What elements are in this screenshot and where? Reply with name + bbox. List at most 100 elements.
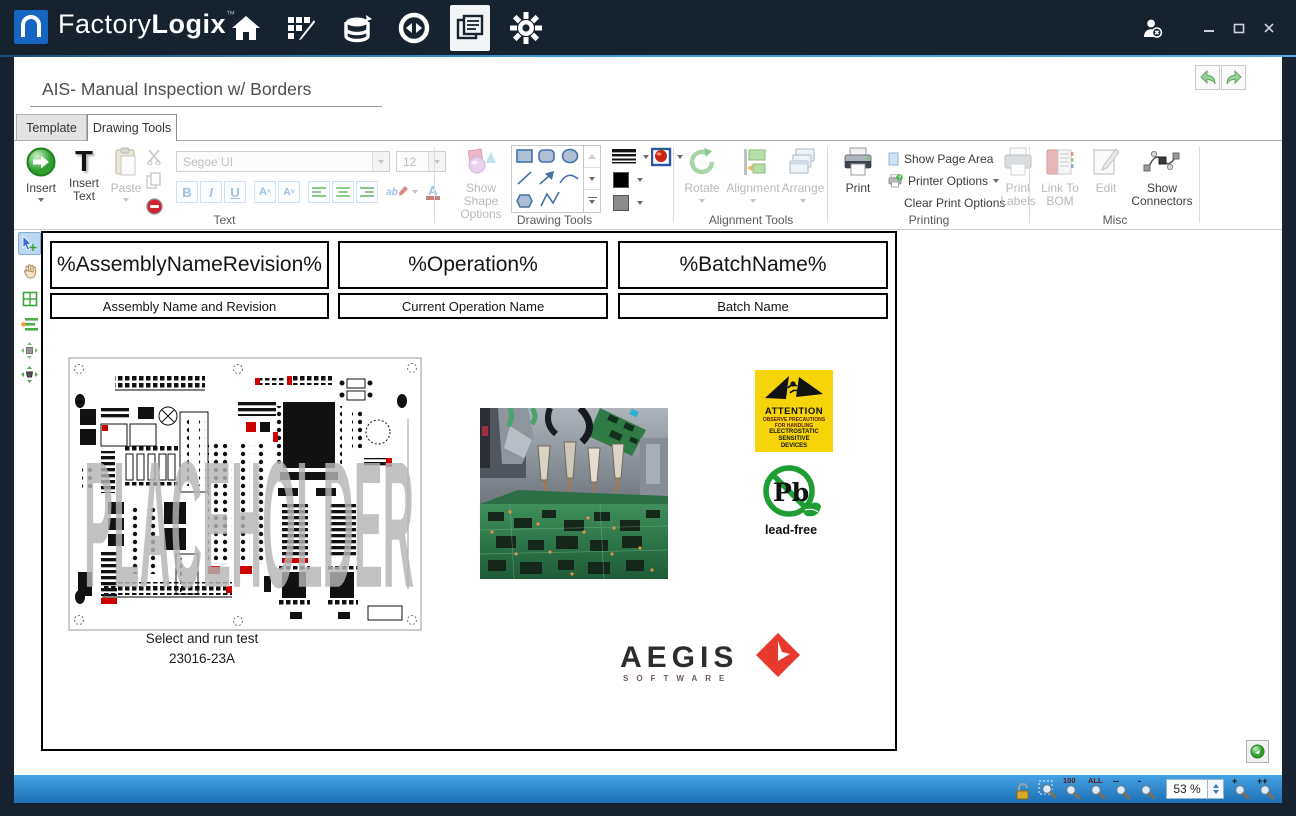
materials-icon[interactable]	[338, 5, 378, 51]
clipboard-small-buttons	[146, 149, 168, 220]
clear-print-options-button[interactable]: Clear Print Options	[904, 195, 1005, 211]
highlight-button[interactable]: ab	[386, 181, 408, 203]
align-right-button[interactable]	[356, 181, 378, 203]
gallery-more-icon[interactable]	[584, 190, 600, 211]
fill-color-caret-icon[interactable]	[637, 178, 643, 182]
picture-button[interactable]	[651, 147, 672, 172]
shape-hexagon[interactable]	[517, 195, 532, 207]
field-operation-value[interactable]: %Operation%	[338, 241, 608, 289]
settings-gear-icon[interactable]	[506, 5, 546, 51]
documents-icon[interactable]	[450, 5, 490, 51]
overview-globe-icon	[1250, 744, 1265, 759]
cut-icon[interactable]	[146, 149, 164, 165]
link-to-bom-button[interactable]: Link To BOM	[1036, 147, 1084, 208]
pcb-placeholder-image[interactable]: PLACEHOLDER	[68, 354, 423, 636]
move-selection-tool[interactable]	[18, 339, 41, 362]
canvas-overview-button[interactable]	[1246, 740, 1269, 763]
close-button[interactable]	[1258, 17, 1280, 39]
italic-button[interactable]: I	[200, 181, 222, 203]
highlight-pen-icon	[398, 186, 408, 198]
insert-text-button[interactable]: T Insert Text	[64, 147, 104, 203]
zoom-out-more-icon[interactable]: --	[1112, 778, 1134, 800]
zoom-in-icon[interactable]: +	[1231, 778, 1253, 800]
align-left-button[interactable]	[308, 181, 330, 203]
font-name-combo[interactable]: Segoe UI	[176, 151, 390, 172]
align-center-button[interactable]	[332, 181, 354, 203]
home-icon[interactable]	[226, 5, 266, 51]
shape-rectangle[interactable]	[517, 150, 532, 162]
zoom-in-more-icon[interactable]: ++	[1256, 778, 1278, 800]
title-bar: FactoryLogix™	[0, 0, 1296, 55]
shape-rounded-rectangle[interactable]	[539, 150, 554, 162]
grid-tool[interactable]	[18, 287, 41, 310]
zoom-spinner[interactable]	[1208, 779, 1224, 799]
rotate-button[interactable]: Rotate	[680, 147, 724, 203]
bom-book-icon	[1045, 147, 1075, 177]
gallery-down-icon[interactable]	[584, 168, 600, 190]
show-connectors-button[interactable]: Show Connectors	[1128, 147, 1196, 208]
shape-ellipse[interactable]	[563, 150, 578, 163]
zoom-out-icon[interactable]: -	[1137, 778, 1159, 800]
line-color-caret-icon[interactable]	[637, 201, 643, 205]
pcb-caption-line1[interactable]: Select and run test	[82, 631, 322, 646]
edit-button[interactable]: Edit	[1086, 147, 1126, 195]
esd-attention-label[interactable]: ATTENTION OBSERVE PRECAUTIONS FOR HANDLI…	[755, 370, 833, 452]
pcb-caption-line2[interactable]: 23016-23A	[82, 651, 322, 666]
transfer-icon[interactable]	[394, 5, 434, 51]
zoom-selection-icon[interactable]	[1037, 778, 1059, 800]
aegis-logo[interactable]: AEGIS SOFTWARE	[618, 631, 803, 687]
select-move-tool[interactable]	[18, 232, 41, 255]
design-canvas[interactable]: %AssemblyNameRevision% %Operation% %Batc…	[41, 231, 897, 751]
line-style-caret-icon[interactable]	[643, 155, 649, 159]
line-color-swatch[interactable]	[613, 195, 629, 211]
logout-user-icon[interactable]	[1142, 17, 1164, 39]
copy-icon[interactable]	[146, 172, 162, 190]
grow-font-button[interactable]: A˄	[254, 181, 276, 203]
field-batch-label[interactable]: Batch Name	[618, 293, 888, 319]
zoom-level-field[interactable]: 53 %	[1166, 779, 1208, 799]
field-assembly-value[interactable]: %AssemblyNameRevision%	[50, 241, 329, 289]
process-engineering-icon[interactable]	[282, 5, 322, 51]
snap-lines-tool[interactable]	[18, 313, 41, 336]
show-shape-options-button[interactable]: Show Shape Options	[449, 147, 513, 221]
shape-arrow[interactable]	[540, 172, 553, 184]
insert-button[interactable]: Insert	[22, 147, 60, 202]
printer-options-button[interactable]: ? Printer Options	[888, 173, 999, 189]
shrink-font-button[interactable]: A˅	[278, 181, 300, 203]
field-batch-value[interactable]: %BatchName%	[618, 241, 888, 289]
paste-button[interactable]: Paste	[108, 147, 144, 202]
zoom-100-icon[interactable]: 100	[1062, 778, 1084, 800]
template-name-field[interactable]: AIS- Manual Inspection w/ Borders	[30, 77, 382, 107]
gallery-scroll	[584, 145, 601, 213]
print-button[interactable]: Print	[836, 147, 880, 195]
shape-line[interactable]	[518, 172, 531, 184]
arrange-button[interactable]: Arrange	[780, 147, 826, 203]
redo-button[interactable]	[1221, 65, 1246, 90]
field-assembly-label[interactable]: Assembly Name and Revision	[50, 293, 329, 319]
test-machine-photo[interactable]	[480, 408, 668, 579]
shape-arc[interactable]	[560, 175, 578, 183]
gallery-up-icon[interactable]	[584, 146, 600, 168]
zoom-lock-icon[interactable]	[1012, 778, 1034, 800]
underline-button[interactable]: U	[224, 181, 246, 203]
bold-button[interactable]: B	[176, 181, 198, 203]
undo-button[interactable]	[1195, 65, 1220, 90]
leadfree-logo[interactable]: Pb lead-free	[759, 464, 823, 540]
shape-polyline[interactable]	[541, 192, 559, 206]
show-page-area-button[interactable]: Show Page Area	[888, 151, 993, 167]
tab-drawing-tools[interactable]: Drawing Tools	[87, 114, 177, 141]
tab-template[interactable]: Template	[16, 114, 87, 140]
line-style-button[interactable]	[612, 149, 636, 170]
zoom-all-icon[interactable]: ALL	[1087, 778, 1109, 800]
rotate-icon	[687, 147, 717, 177]
move-arrows-dim-icon	[21, 342, 38, 359]
move-canvas-tool[interactable]	[18, 363, 41, 386]
pan-hand-tool[interactable]	[18, 259, 41, 282]
maximize-button[interactable]	[1228, 17, 1250, 39]
select-cursor-icon	[21, 235, 38, 252]
connectors-icon	[1142, 147, 1182, 177]
fill-color-swatch[interactable]	[613, 172, 629, 188]
field-operation-label[interactable]: Current Operation Name	[338, 293, 608, 319]
minimize-button[interactable]	[1198, 17, 1220, 39]
alignment-button[interactable]: Alignment	[726, 147, 780, 203]
